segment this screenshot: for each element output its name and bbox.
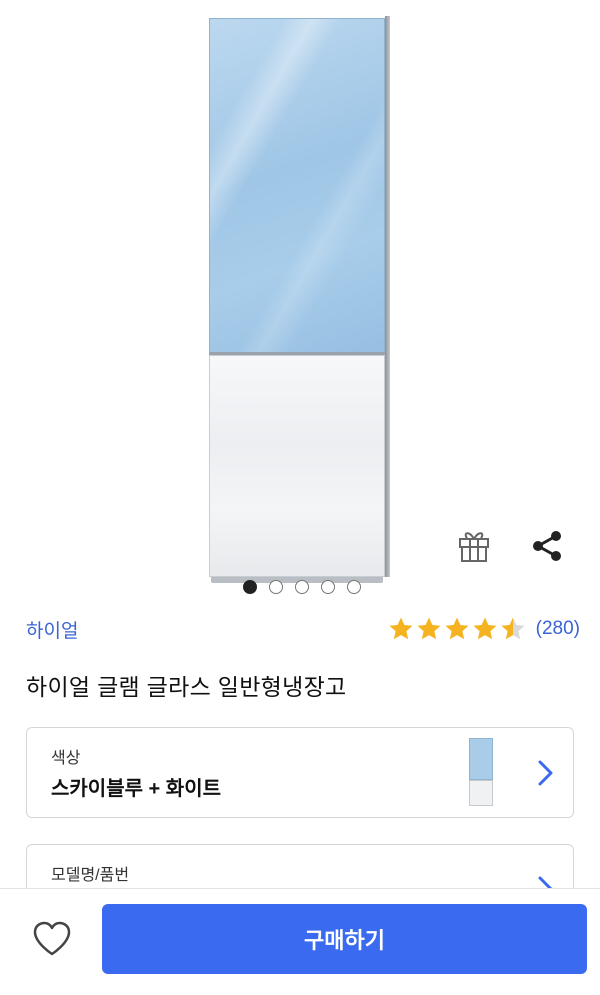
carousel-indicator [243, 580, 361, 594]
bottom-action-bar: 구매하기 [0, 888, 600, 995]
color-thumbnail [469, 738, 493, 806]
fridge-side [385, 16, 390, 577]
star-icon [417, 617, 441, 640]
fridge-top-door [209, 18, 385, 352]
model-option-label: 모델명/품번 [51, 867, 130, 884]
product-title: 하이얼 글램 글라스 일반형냉장고 [26, 674, 347, 700]
review-count[interactable]: (280) [536, 618, 580, 640]
carousel-dot[interactable] [347, 580, 361, 594]
color-option-selector[interactable]: 색상 스카이블루 + 화이트 [26, 727, 574, 818]
chevron-right-icon [538, 760, 553, 786]
star-icon [445, 617, 469, 640]
star-icon [501, 617, 525, 640]
gift-icon [459, 532, 489, 562]
product-image-refrigerator [209, 16, 390, 583]
star-icon [389, 617, 413, 640]
carousel-dot[interactable] [321, 580, 335, 594]
brand-link[interactable]: 하이얼 [26, 616, 78, 643]
share-button[interactable] [529, 528, 565, 564]
buy-button[interactable]: 구매하기 [102, 904, 587, 974]
color-option-value: 스카이블루 + 화이트 [51, 778, 221, 800]
wishlist-button[interactable] [30, 919, 74, 959]
rating-summary[interactable]: (280) [388, 616, 580, 642]
product-image-carousel[interactable] [0, 0, 600, 600]
color-option-label: 색상 [51, 750, 81, 767]
star-rating [388, 616, 526, 642]
carousel-dot[interactable] [243, 580, 257, 594]
fridge-bottom-door [209, 355, 385, 577]
share-icon [533, 531, 561, 561]
heart-icon [33, 921, 71, 956]
carousel-dot[interactable] [295, 580, 309, 594]
star-icon [473, 617, 497, 640]
carousel-dot[interactable] [269, 580, 283, 594]
gift-button[interactable] [455, 526, 493, 564]
